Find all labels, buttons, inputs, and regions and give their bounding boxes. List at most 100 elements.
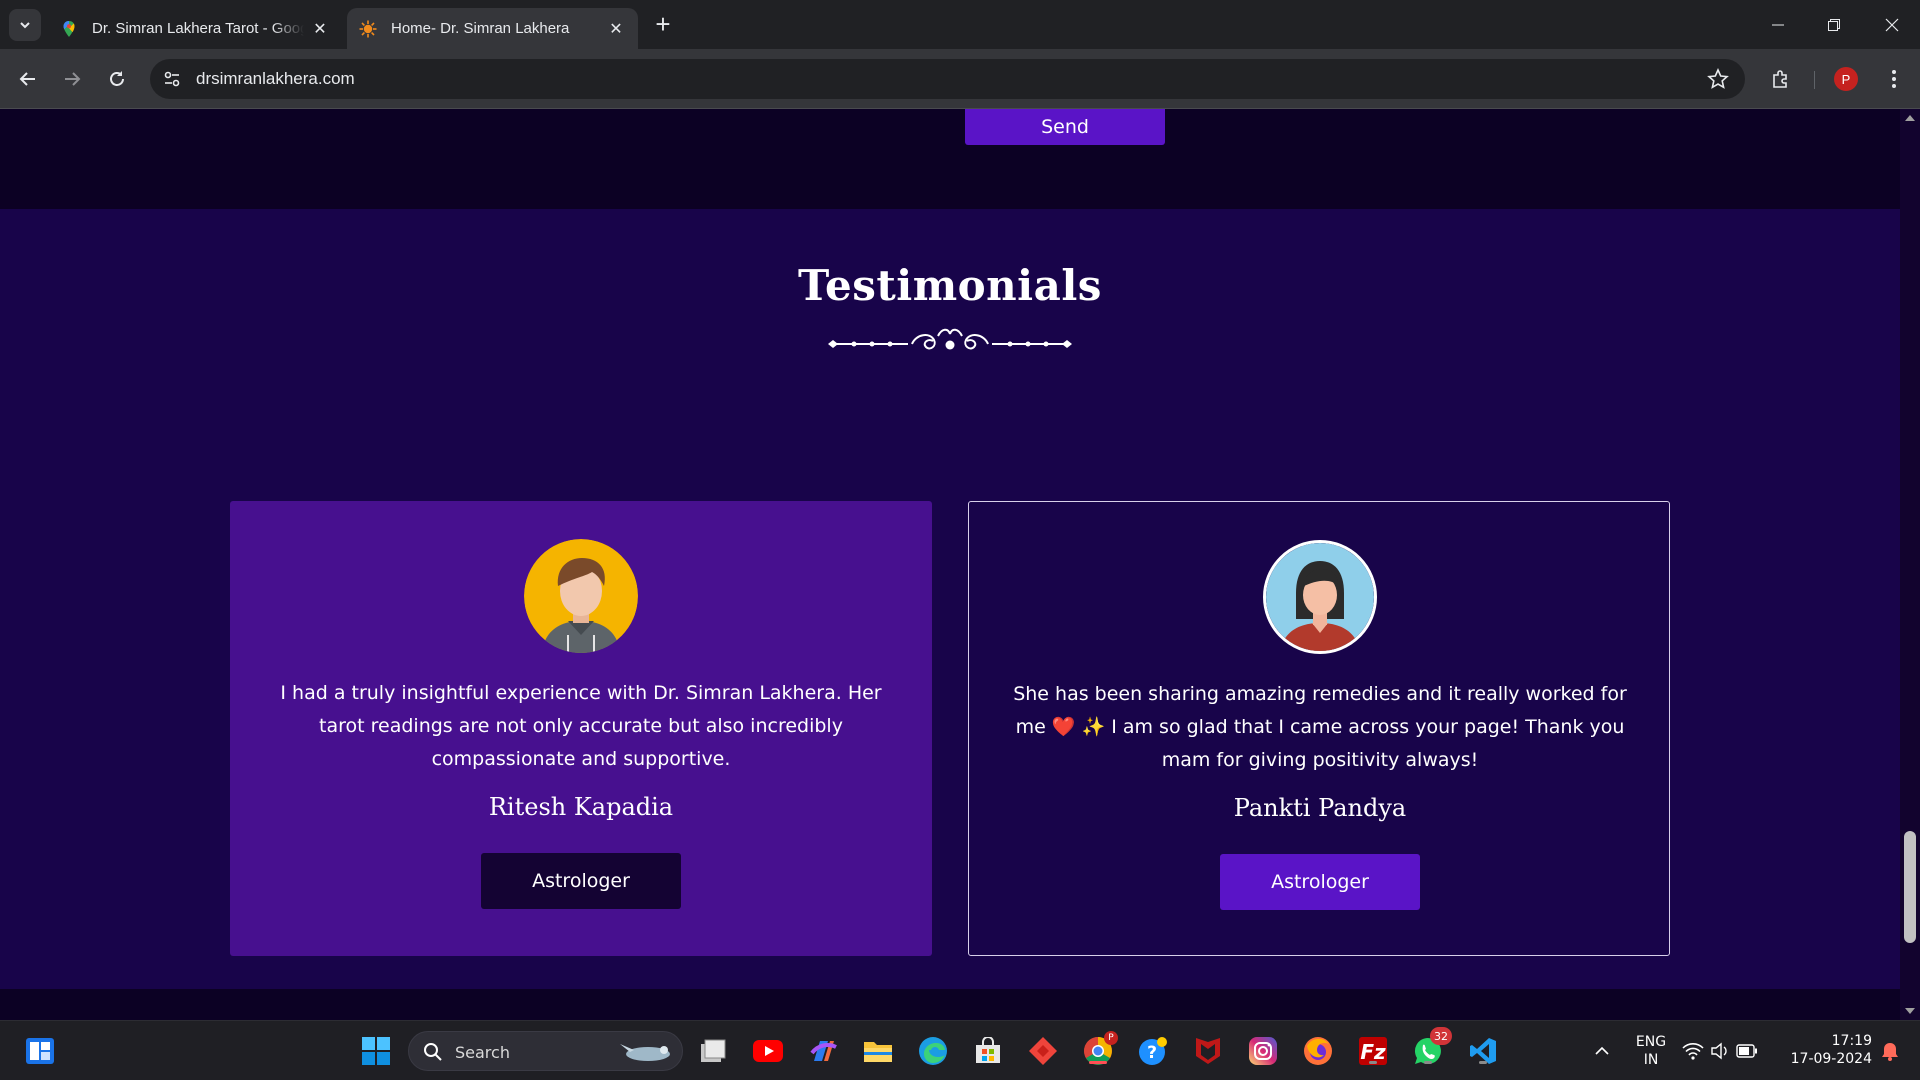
- bookmark-star-icon[interactable]: [1707, 68, 1729, 90]
- testimonial-author: Pankti Pandya: [1233, 794, 1407, 822]
- widgets-icon: [26, 1038, 54, 1064]
- svg-text:?: ?: [1147, 1043, 1157, 1063]
- tab-title: Dr. Simran Lakhera Tarot - Goog: [92, 20, 304, 37]
- start-button[interactable]: [360, 1035, 392, 1067]
- taskbar-anydesk[interactable]: [1027, 1035, 1059, 1067]
- astrologer-button[interactable]: Astrologer: [1220, 854, 1420, 910]
- forward-button[interactable]: [56, 63, 88, 95]
- widgets-button[interactable]: [24, 1035, 56, 1067]
- restore-button[interactable]: [1806, 0, 1862, 49]
- taskbar-file-explorer[interactable]: [862, 1035, 894, 1067]
- menu-button[interactable]: [1878, 63, 1910, 95]
- quick-settings-button[interactable]: [1680, 1035, 1760, 1067]
- minimize-icon: [1772, 24, 1784, 25]
- url-text[interactable]: drsimranlakhera.com: [196, 69, 355, 89]
- toolbar-divider: [1814, 71, 1815, 89]
- running-app-indicator: [1424, 1061, 1432, 1064]
- copilot-icon: [810, 1041, 837, 1061]
- testimonial-quote: She has been sharing amazing remedies an…: [1013, 683, 1627, 771]
- profile-button[interactable]: P: [1830, 63, 1862, 95]
- astrologer-button[interactable]: Astrologer: [481, 853, 681, 909]
- anydesk-icon: [1029, 1037, 1057, 1065]
- taskbar-vscode[interactable]: [1467, 1035, 1499, 1067]
- clock[interactable]: 17:19 17-09-2024: [1782, 1032, 1872, 1068]
- notifications-button[interactable]: [1874, 1035, 1906, 1067]
- taskbar-whatsapp[interactable]: 32: [1412, 1027, 1452, 1067]
- taskbar-youtube[interactable]: [752, 1035, 784, 1067]
- browser-toolbar: drsimranlakhera.com P: [0, 49, 1920, 109]
- file-explorer-icon: [864, 1042, 892, 1062]
- taskbar-help[interactable]: ?: [1137, 1035, 1169, 1067]
- page-viewport: Send Testimonials I had a truly insightf…: [0, 109, 1900, 1020]
- male-avatar-icon: [524, 539, 638, 653]
- microsoft-store-icon: [976, 1037, 1000, 1063]
- scrollbar-thumb[interactable]: [1904, 831, 1916, 943]
- arrow-left-icon: [19, 72, 35, 86]
- language-indicator[interactable]: ENG IN: [1628, 1033, 1674, 1069]
- testimonial-card: She has been sharing amazing remedies an…: [968, 501, 1670, 956]
- close-icon[interactable]: ✕: [606, 19, 626, 39]
- footer-band: [0, 989, 1900, 1020]
- reload-button[interactable]: [101, 63, 133, 95]
- chevron-up-icon: [1595, 1046, 1609, 1055]
- search-highlight-icon: [620, 1044, 670, 1061]
- extensions-button[interactable]: [1765, 63, 1797, 95]
- page-scrollbar[interactable]: [1900, 109, 1920, 1020]
- running-app-indicator: [1479, 1061, 1487, 1064]
- search-icon: [424, 1043, 442, 1061]
- testimonial-quote: I had a truly insightful experience with…: [280, 682, 882, 770]
- minimize-button[interactable]: [1750, 0, 1806, 49]
- taskbar-instagram[interactable]: [1247, 1035, 1279, 1067]
- new-tab-button[interactable]: +: [650, 11, 676, 38]
- instagram-icon: [1249, 1037, 1277, 1065]
- search-label: Search: [455, 1043, 510, 1062]
- taskbar-firefox[interactable]: [1302, 1035, 1334, 1067]
- address-bar[interactable]: drsimranlakhera.com: [150, 59, 1745, 99]
- youtube-icon: [753, 1040, 783, 1062]
- chevron-down-icon: [20, 22, 30, 29]
- taskbar-copilot[interactable]: [807, 1035, 839, 1067]
- taskbar-filezilla[interactable]: Fz: [1357, 1035, 1389, 1067]
- bell-icon: [1882, 1043, 1898, 1061]
- maps-pin-icon: [63, 20, 75, 37]
- clock-date: 17-09-2024: [1790, 1051, 1872, 1067]
- battery-icon: [1736, 1044, 1757, 1058]
- site-settings-icon[interactable]: [162, 69, 182, 89]
- send-button[interactable]: Send: [965, 109, 1165, 145]
- taskbar-store[interactable]: [972, 1035, 1004, 1067]
- tab-title: Home- Dr. Simran Lakhera: [391, 20, 570, 37]
- mcafee-icon: [1196, 1038, 1220, 1064]
- help-icon: ?: [1139, 1037, 1167, 1065]
- clock-time: 17:19: [1831, 1033, 1872, 1049]
- female-avatar-icon: [1263, 540, 1377, 654]
- region-label: IN: [1643, 1052, 1659, 1068]
- arrow-right-icon: [65, 72, 81, 86]
- restore-icon: [1828, 18, 1840, 31]
- task-view-button[interactable]: [697, 1035, 729, 1067]
- back-button[interactable]: [12, 63, 44, 95]
- windows-start-icon: [362, 1037, 390, 1065]
- taskbar-mcafee[interactable]: [1192, 1035, 1224, 1067]
- section-title: Testimonials: [798, 261, 1102, 310]
- wifi-icon: [1682, 1043, 1704, 1060]
- notification-badge: 32: [1430, 1027, 1452, 1045]
- tab-home[interactable]: Home- Dr. Simran Lakhera ✕: [347, 8, 638, 49]
- language-label: ENG: [1635, 1034, 1667, 1050]
- taskbar-search[interactable]: Search: [408, 1031, 683, 1071]
- tab-search-button[interactable]: [9, 9, 41, 41]
- close-icon[interactable]: ✕: [310, 19, 330, 39]
- scroll-down-icon[interactable]: [1905, 1008, 1915, 1014]
- puzzle-icon: [1773, 70, 1787, 88]
- firefox-icon: [1304, 1037, 1332, 1065]
- taskbar-edge[interactable]: [917, 1035, 949, 1067]
- taskbar: Search P ? Fz 32 ENG IN 17:19 17-09-2024: [0, 1020, 1920, 1080]
- testimonial-card: I had a truly insightful experience with…: [230, 501, 932, 956]
- scroll-up-icon[interactable]: [1905, 115, 1915, 121]
- reload-icon: [110, 71, 124, 86]
- edge-icon: [919, 1037, 947, 1065]
- show-hidden-icons-button[interactable]: [1586, 1035, 1618, 1067]
- tab-maps[interactable]: Dr. Simran Lakhera Tarot - Goog ✕: [48, 8, 342, 49]
- close-window-button[interactable]: [1864, 0, 1920, 49]
- tab-strip: Dr. Simran Lakhera Tarot - Goog ✕ Home- …: [0, 0, 1920, 49]
- taskbar-chrome[interactable]: P: [1082, 1031, 1118, 1067]
